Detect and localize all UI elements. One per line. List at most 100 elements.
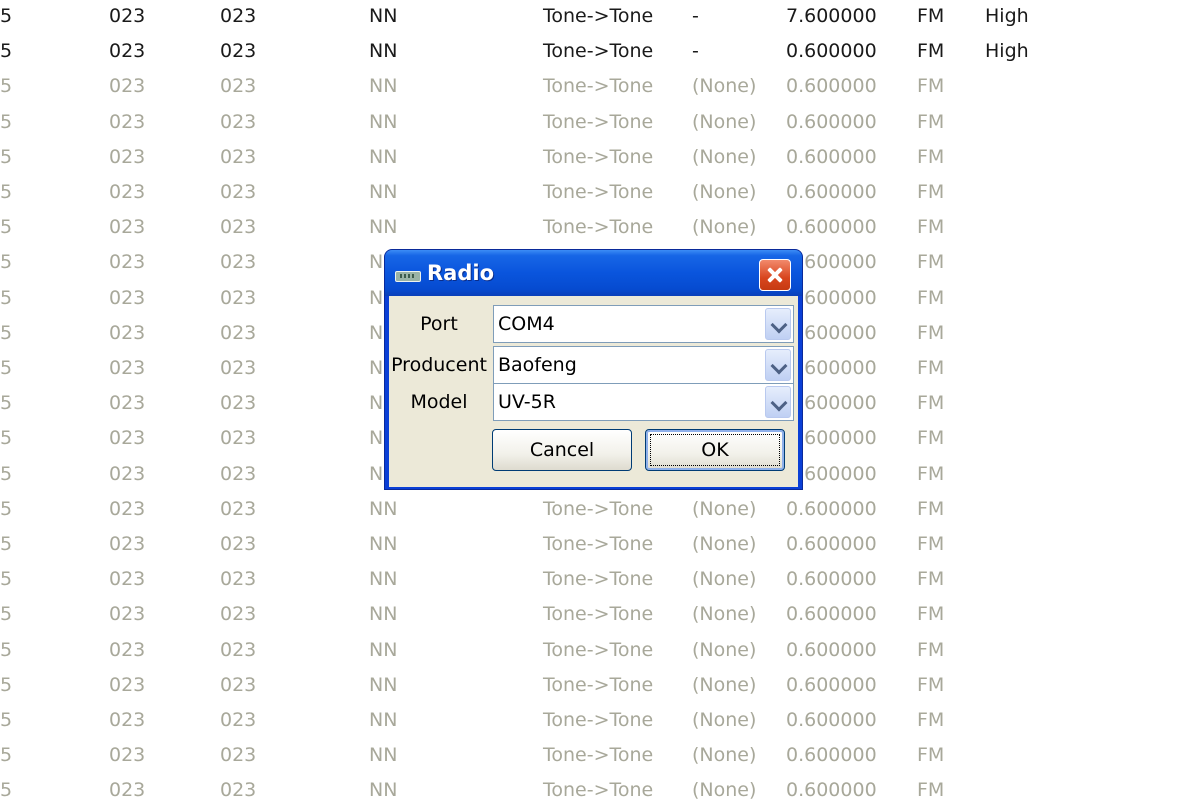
cell-mode: NN <box>369 75 398 98</box>
cell-tx-code: 023 <box>109 321 146 344</box>
cell-modulation: FM <box>917 75 945 98</box>
cell-offset: 0.600000 <box>786 744 877 767</box>
cell-modulation: FM <box>917 286 945 309</box>
cell-offset: 0.600000 <box>786 638 877 661</box>
table-row[interactable]: 5 023 023 NN Tone->Tone (None) 0.600000 FM <box>0 210 1200 245</box>
table-row[interactable]: 5 023 023 NN Tone->Tone (None) 0.600000 FM <box>0 140 1200 175</box>
cell-tx-code: 023 <box>109 286 146 309</box>
cell-tx-code: 023 <box>109 497 146 520</box>
cell-rx-code: 023 <box>220 638 257 661</box>
cell-rx-code: 023 <box>220 392 257 415</box>
table-row[interactable]: 5 023 023 NN Tone->Tone (None) 0.600000 FM <box>0 633 1200 668</box>
port-dropdown-button[interactable] <box>765 308 791 340</box>
cell-modulation: FM <box>917 497 945 520</box>
table-row[interactable]: 5 023 023 NN Tone->Tone - 7.600000 FM High <box>0 0 1200 34</box>
producent-select-value: Baofeng <box>498 354 577 376</box>
cell-rx-code: 023 <box>220 75 257 98</box>
cell-group: 5 <box>0 216 13 239</box>
cell-rx-code: 023 <box>220 110 257 133</box>
cell-tone-mode: Tone->Tone <box>543 568 654 591</box>
cell-tx-code: 023 <box>109 568 146 591</box>
table-row[interactable]: 5 023 023 NN Tone->Tone (None) 0.600000 FM <box>0 175 1200 210</box>
cell-duplex: (None) <box>692 181 757 203</box>
cell-offset: 0.600000 <box>786 779 877 802</box>
table-row[interactable]: 5 023 023 NN Tone->Tone (None) 0.600000 FM <box>0 562 1200 597</box>
port-select-value: COM4 <box>498 313 555 335</box>
cell-modulation: FM <box>917 638 945 661</box>
cell-power: High <box>985 5 1029 27</box>
cell-rx-code: 023 <box>220 5 257 27</box>
producent-dropdown-button[interactable] <box>765 349 791 381</box>
producent-select[interactable]: Baofeng <box>493 346 794 384</box>
cell-duplex: (None) <box>692 216 757 239</box>
cell-duplex: (None) <box>692 533 757 555</box>
cell-modulation: FM <box>917 357 945 379</box>
port-select[interactable]: COM4 <box>493 305 794 343</box>
cell-modulation: FM <box>917 40 945 63</box>
cell-tone-mode: Tone->Tone <box>543 603 654 626</box>
cell-duplex: (None) <box>692 145 757 168</box>
cell-mode: NN <box>369 779 398 802</box>
cell-rx-code: 023 <box>220 568 257 591</box>
cell-tx-code: 023 <box>109 181 146 203</box>
cell-group: 5 <box>0 145 13 168</box>
ok-button[interactable]: OK <box>645 429 785 471</box>
table-row[interactable]: 5 023 023 NN Tone->Tone (None) 0.600000 FM <box>0 703 1200 738</box>
cancel-button[interactable]: Cancel <box>492 429 632 471</box>
cell-tone-mode: Tone->Tone <box>543 533 654 555</box>
chevron-down-icon <box>770 357 788 375</box>
cell-offset: 0.600000 <box>786 568 877 591</box>
table-row[interactable]: 5 023 023 NN Tone->Tone - 0.600000 FM High <box>0 34 1200 69</box>
table-row[interactable]: 5 023 023 NN Tone->Tone (None) 0.600000 FM <box>0 105 1200 140</box>
cell-mode: NN <box>369 216 398 239</box>
cell-offset: 0.600000 <box>786 533 877 555</box>
table-row[interactable]: 5 023 023 NN Tone->Tone (None) 0.600000 FM <box>0 597 1200 632</box>
cell-duplex: (None) <box>692 110 757 133</box>
cell-rx-code: 023 <box>220 709 257 731</box>
cell-rx-code: 023 <box>220 462 257 485</box>
cell-duplex: (None) <box>692 568 757 591</box>
table-row[interactable]: 5 023 023 NN Tone->Tone (None) 0.600000 FM <box>0 492 1200 527</box>
cell-tx-code: 023 <box>109 603 146 626</box>
cell-offset: 7.600000 <box>786 5 877 27</box>
cell-tx-code: 023 <box>109 5 146 27</box>
cell-mode: NN <box>369 603 398 626</box>
dialog-title: Radio <box>427 261 494 285</box>
cell-tx-code: 023 <box>109 673 146 696</box>
cell-group: 5 <box>0 462 13 485</box>
table-row[interactable]: 5 023 023 NN Tone->Tone (None) 0.600000 FM <box>0 738 1200 773</box>
cell-tx-code: 023 <box>109 744 146 767</box>
cell-duplex: (None) <box>692 497 757 520</box>
cell-modulation: FM <box>917 145 945 168</box>
close-button[interactable] <box>759 259 791 291</box>
cell-group: 5 <box>0 110 13 133</box>
table-row[interactable]: 5 023 023 NN Tone->Tone (None) 0.600000 FM <box>0 527 1200 562</box>
cell-duplex: (None) <box>692 779 757 802</box>
cell-rx-code: 023 <box>220 357 257 379</box>
cell-modulation: FM <box>917 427 945 450</box>
cell-tone-mode: Tone->Tone <box>543 744 654 767</box>
cell-mode: NN <box>369 40 398 63</box>
table-row[interactable]: 5 023 023 NN Tone->Tone (None) 0.600000 FM <box>0 773 1200 808</box>
radio-device-icon <box>395 271 421 282</box>
table-row[interactable]: 5 023 023 NN Tone->Tone (None) 0.600000 FM <box>0 69 1200 104</box>
port-label: Port <box>420 313 458 335</box>
cell-offset: 0.600000 <box>786 181 877 203</box>
cell-offset: 0.600000 <box>786 75 877 98</box>
cell-rx-code: 023 <box>220 497 257 520</box>
cell-offset: 0.600000 <box>786 497 877 520</box>
model-select[interactable]: UV-5R <box>493 383 794 421</box>
cell-tx-code: 023 <box>109 709 146 731</box>
table-row[interactable]: 5 023 023 NN Tone->Tone (None) 0.600000 FM <box>0 668 1200 703</box>
dialog-title-bar[interactable]: Radio <box>385 250 802 296</box>
cell-tx-code: 023 <box>109 216 146 239</box>
cell-offset: 0.600000 <box>786 145 877 168</box>
cell-group: 5 <box>0 603 13 626</box>
cell-tone-mode: Tone->Tone <box>543 709 654 731</box>
cell-tone-mode: Tone->Tone <box>543 497 654 520</box>
model-dropdown-button[interactable] <box>765 386 791 418</box>
cell-rx-code: 023 <box>220 744 257 767</box>
cell-mode: NN <box>369 744 398 767</box>
cell-mode: NN <box>369 709 398 731</box>
cell-modulation: FM <box>917 533 945 555</box>
